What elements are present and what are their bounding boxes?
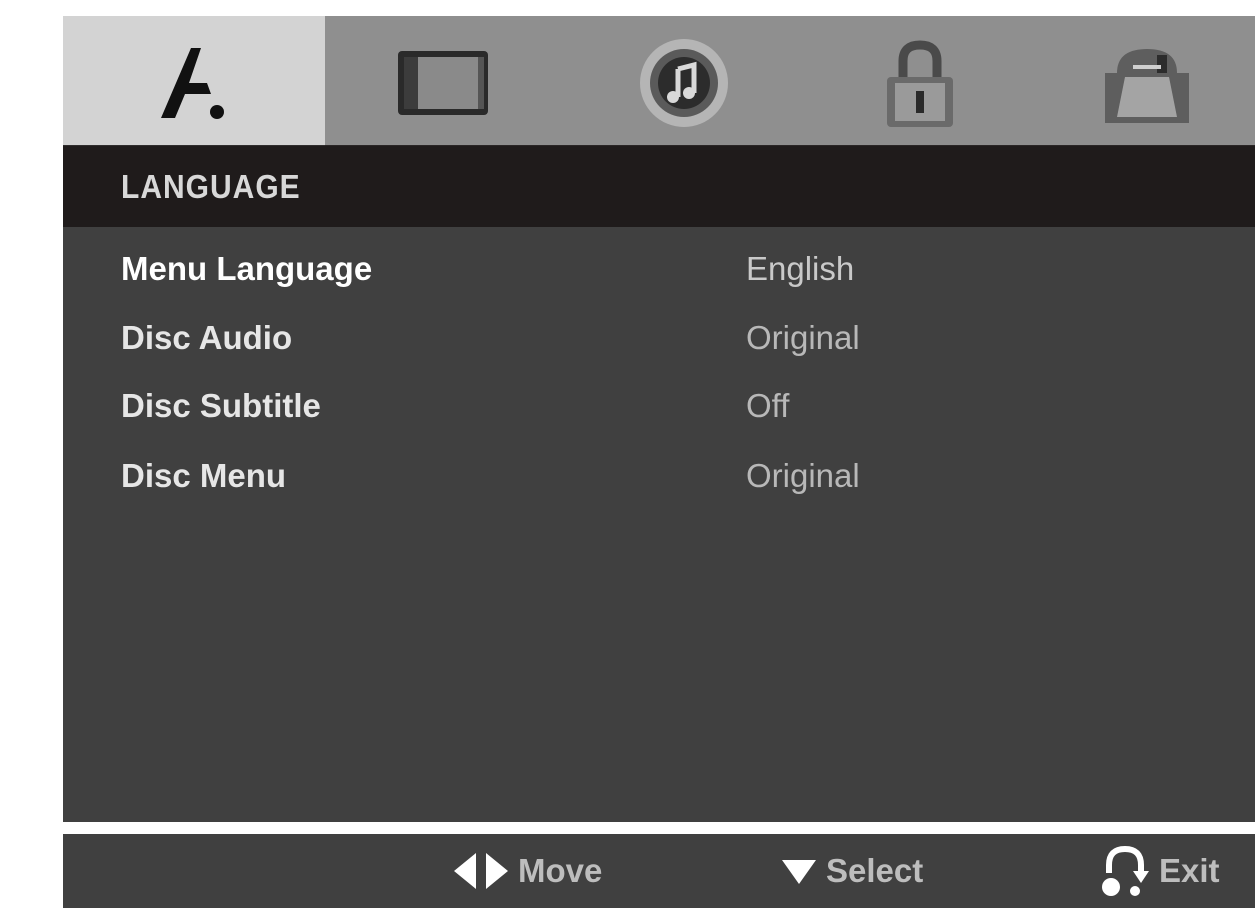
footer-hints: Move Select Exit [63, 834, 1255, 908]
lock-icon [875, 33, 965, 133]
move-label: Move [518, 852, 603, 889]
others-icon [1097, 33, 1197, 133]
select-label: Select [826, 852, 924, 889]
tab-language[interactable] [63, 16, 325, 149]
setting-value: Original [746, 319, 860, 356]
setting-label: Disc Audio [121, 319, 293, 356]
section-header: LANGUAGE [63, 145, 1255, 231]
setting-label: Disc Subtitle [121, 387, 321, 424]
return-icon [1099, 843, 1159, 899]
move-hint: Move [452, 834, 602, 908]
setting-row-menu-language[interactable]: Menu Language English [63, 239, 1255, 299]
exit-hint: Exit [1099, 834, 1220, 908]
tab-audio[interactable] [563, 16, 801, 149]
tab-display[interactable] [325, 16, 563, 149]
setting-value: Original [746, 457, 860, 494]
setting-row-disc-subtitle[interactable]: Disc Subtitle Off [63, 376, 1255, 436]
setting-row-disc-menu[interactable]: Disc Menu Original [63, 446, 1255, 506]
down-arrow-icon [780, 856, 826, 886]
setting-row-disc-audio[interactable]: Disc Audio Original [63, 308, 1255, 368]
setup-menu: LANGUAGE Menu Language English Disc Audi… [63, 16, 1255, 908]
tab-bar [63, 16, 1255, 149]
setting-value: English [746, 250, 855, 287]
left-right-arrows-icon [452, 851, 518, 891]
tab-lock[interactable] [801, 16, 1039, 149]
language-icon [149, 38, 239, 128]
settings-panel: Menu Language English Disc Audio Origina… [63, 227, 1255, 822]
tab-others[interactable] [1039, 16, 1255, 149]
audio-icon [632, 33, 732, 133]
setting-value: Off [746, 387, 790, 424]
setting-label: Disc Menu [121, 457, 287, 494]
display-icon [394, 43, 494, 123]
setting-label: Menu Language [121, 250, 373, 287]
footer-divider [63, 822, 1255, 834]
select-hint: Select [780, 834, 923, 908]
exit-label: Exit [1159, 852, 1220, 889]
